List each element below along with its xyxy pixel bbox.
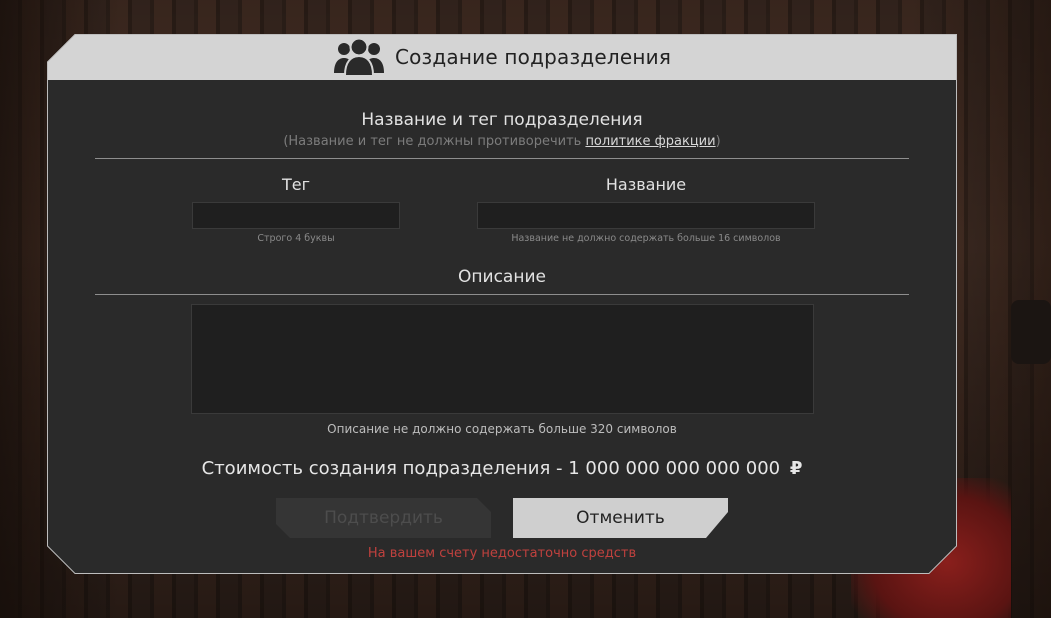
users-group-icon (333, 39, 385, 75)
faction-policy-link[interactable]: политике фракции (585, 134, 715, 149)
create-unit-dialog: Создание подразделения Название и тег по… (47, 34, 957, 574)
description-textarea[interactable] (191, 304, 814, 414)
name-input[interactable] (477, 202, 815, 229)
name-section-note: (Название и тег не должны противоречить … (47, 134, 957, 149)
ruble-icon: ₽ (789, 458, 803, 479)
background-object (1011, 300, 1051, 364)
description-divider (95, 294, 909, 295)
creation-cost: Стоимость создания подразделения - 1 000… (47, 458, 957, 479)
tag-input[interactable] (192, 202, 400, 229)
description-hint: Описание не должно содержать больше 320 … (327, 422, 677, 436)
cancel-button[interactable]: Отменить (513, 498, 728, 538)
insufficient-funds-error: На вашем счету недостаточно средств (367, 546, 637, 561)
description-title: Описание (458, 267, 546, 287)
name-section-note-prefix: (Название и тег не должны противоречить (283, 134, 586, 149)
dialog-title: Создание подразделения (394, 45, 672, 69)
name-section-note-suffix: ) (715, 134, 721, 149)
name-section-divider (95, 158, 909, 159)
tag-label: Тег (281, 175, 311, 194)
name-section-title: Название и тег подразделения (361, 110, 643, 130)
confirm-button[interactable]: Подтвердить (276, 498, 491, 538)
tag-hint: Строго 4 буквы (257, 233, 335, 244)
name-hint: Название не должно содержать больше 16 с… (511, 233, 781, 244)
dialog-header-content: Создание подразделения (47, 34, 957, 80)
name-label: Название (605, 175, 687, 194)
creation-cost-text: Стоимость создания подразделения - 1 000… (201, 458, 781, 479)
